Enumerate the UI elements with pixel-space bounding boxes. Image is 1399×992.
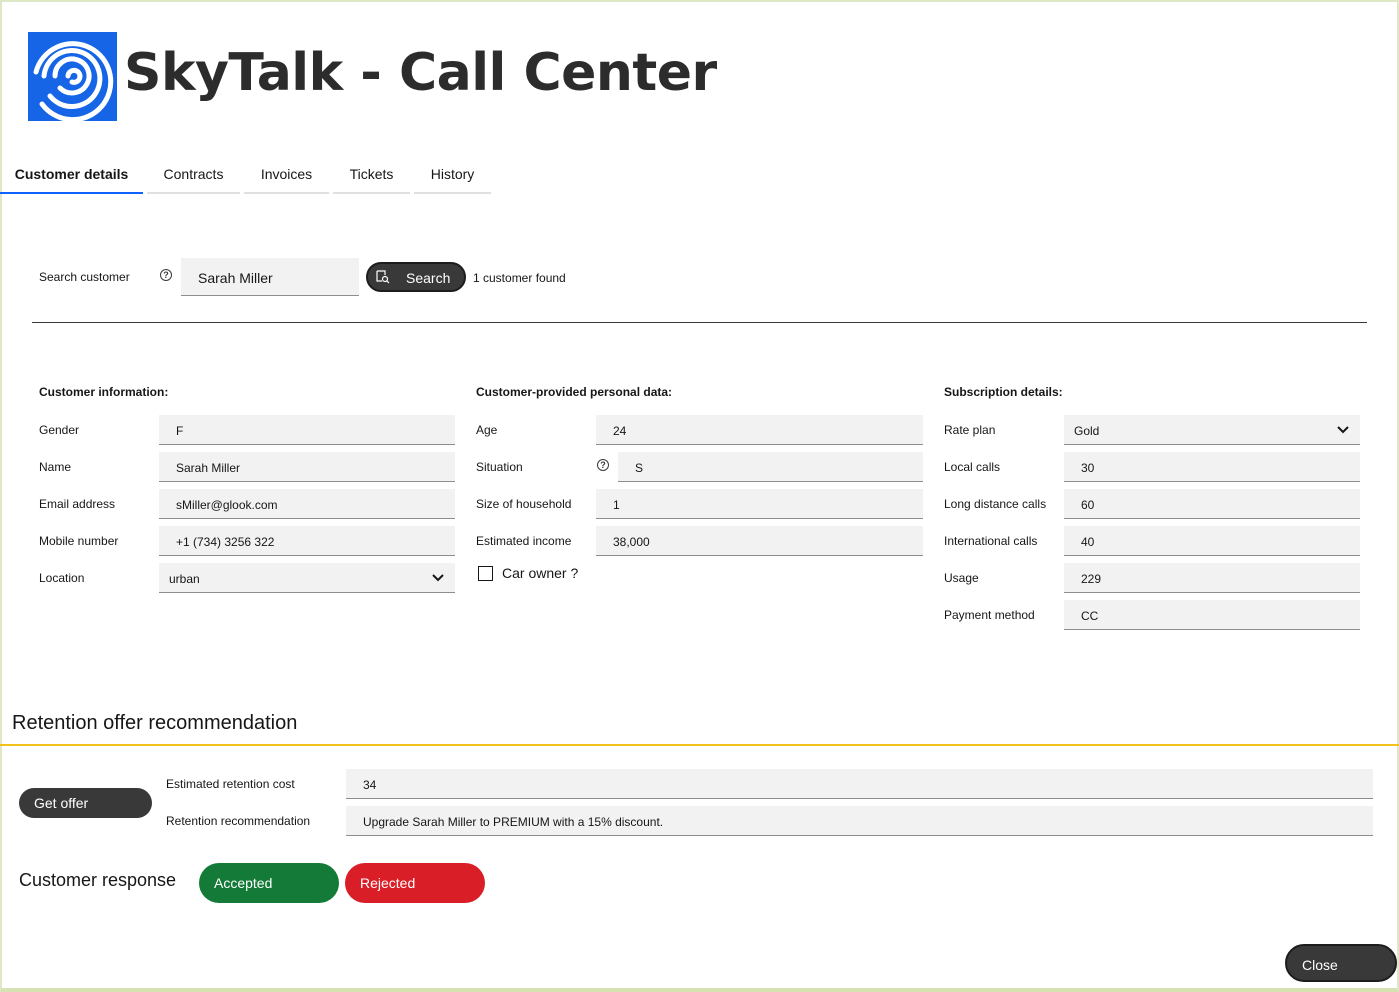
search-input[interactable]: Sarah Miller: [181, 258, 359, 296]
search-button[interactable]: Search: [366, 262, 466, 292]
international-calls-field[interactable]: 40: [1064, 526, 1360, 556]
search-icon: [376, 270, 390, 284]
search-result-text: 1 customer found: [473, 271, 566, 285]
car-owner-checkbox[interactable]: [478, 566, 493, 581]
location-value: urban: [169, 572, 200, 586]
tab-invoices[interactable]: Invoices: [244, 158, 329, 194]
retention-cost-label: Estimated retention cost: [166, 777, 295, 791]
tab-tickets[interactable]: Tickets: [333, 158, 410, 194]
chevron-down-icon: [431, 570, 445, 584]
age-label: Age: [476, 423, 498, 437]
situation-field[interactable]: S: [618, 452, 923, 482]
retention-recommendation-label: Retention recommendation: [166, 814, 311, 828]
mobile-field[interactable]: +1 (734) 3256 322: [159, 526, 455, 556]
app-title: SkyTalk - Call Center: [124, 43, 717, 103]
search-button-label: Search: [406, 270, 451, 286]
location-select[interactable]: urban: [159, 563, 455, 593]
email-field[interactable]: sMiller@glook.com: [159, 489, 455, 519]
retention-cost-field[interactable]: 34: [346, 769, 1373, 799]
payment-method-label: Payment method: [944, 608, 1035, 622]
rate-plan-value: Gold: [1074, 424, 1100, 438]
income-field[interactable]: 38,000: [596, 526, 923, 556]
search-customer-label: Search customer: [39, 270, 130, 284]
local-calls-label: Local calls: [944, 460, 1001, 474]
long-distance-calls-field[interactable]: 60: [1064, 489, 1360, 519]
skytalk-logo-icon: [28, 32, 117, 123]
retention-title: Retention offer recommendation: [12, 712, 298, 734]
gender-field[interactable]: F: [159, 415, 455, 445]
situation-label: Situation: [476, 460, 523, 474]
rate-plan-label: Rate plan: [944, 423, 996, 437]
accepted-button[interactable]: Accepted: [199, 863, 339, 903]
section-divider: [0, 744, 1399, 746]
get-offer-button[interactable]: Get offer: [19, 788, 152, 818]
long-distance-calls-label: Long distance calls: [944, 497, 1047, 511]
international-calls-label: International calls: [944, 534, 1038, 548]
local-calls-field[interactable]: 30: [1064, 452, 1360, 482]
tab-contracts[interactable]: Contracts: [147, 158, 240, 194]
gender-label: Gender: [39, 423, 80, 437]
help-icon[interactable]: ?: [597, 459, 609, 471]
name-field[interactable]: Sarah Miller: [159, 452, 455, 482]
tab-customer-details[interactable]: Customer details: [0, 158, 143, 194]
name-label: Name: [39, 460, 72, 474]
household-size-field[interactable]: 1: [596, 489, 923, 519]
email-label: Email address: [39, 497, 116, 511]
close-button[interactable]: Close: [1285, 944, 1397, 982]
customer-response-label: Customer response: [19, 870, 177, 890]
mobile-label: Mobile number: [39, 534, 119, 548]
location-label: Location: [39, 571, 85, 585]
car-owner-label: Car owner ?: [502, 565, 579, 581]
age-field[interactable]: 24: [596, 415, 923, 445]
subscription-heading: Subscription details:: [944, 385, 1063, 399]
household-size-label: Size of household: [476, 497, 572, 511]
help-icon[interactable]: ?: [160, 269, 172, 281]
chevron-down-icon: [1336, 422, 1350, 436]
payment-method-field[interactable]: CC: [1064, 600, 1360, 630]
personal-data-heading: Customer-provided personal data:: [476, 385, 673, 399]
usage-field[interactable]: 229: [1064, 563, 1360, 593]
rejected-button[interactable]: Rejected: [345, 863, 485, 903]
divider: [32, 322, 1367, 323]
retention-recommendation-field[interactable]: Upgrade Sarah Miller to PREMIUM with a 1…: [346, 806, 1373, 836]
tab-history[interactable]: History: [414, 158, 491, 194]
customer-info-heading: Customer information:: [39, 385, 169, 399]
income-label: Estimated income: [476, 534, 572, 548]
usage-label: Usage: [944, 571, 979, 585]
rate-plan-select[interactable]: Gold: [1064, 415, 1360, 445]
